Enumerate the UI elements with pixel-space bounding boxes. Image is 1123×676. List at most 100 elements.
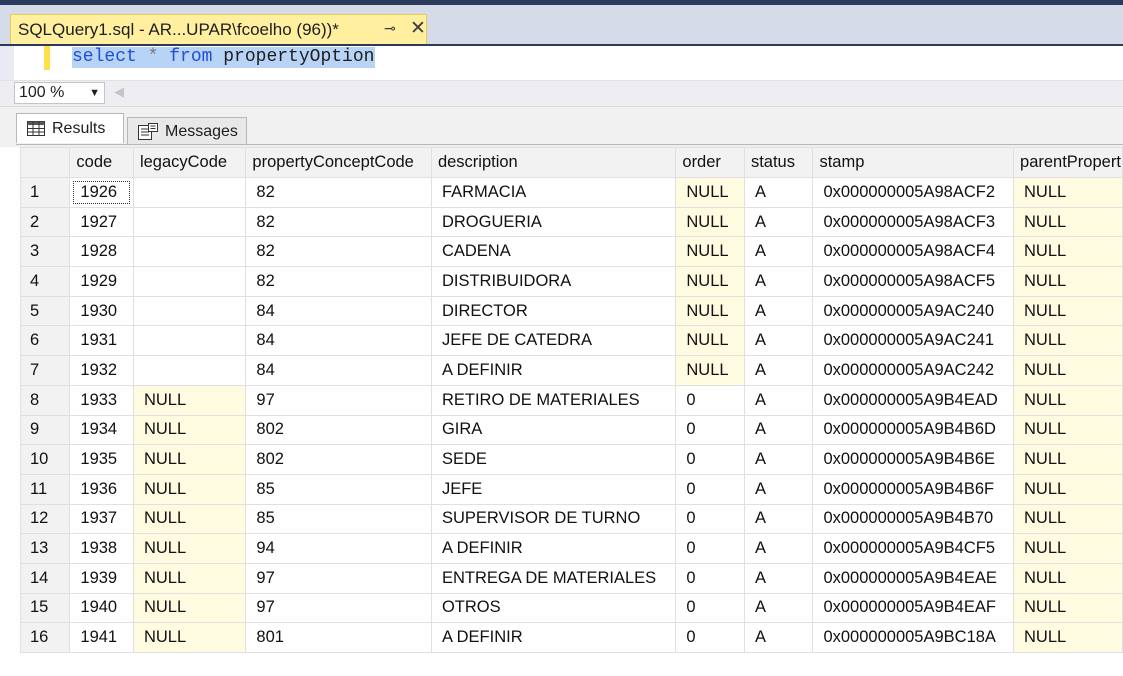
cell-stamp[interactable]: 0x000000005A9B4B6E	[812, 444, 1015, 475]
table-row[interactable]: 8 1933 NULL 97 RETIRO DE MATERIALES 0 A 0x00000…	[20, 384, 1123, 416]
tab-results[interactable]: Results	[16, 113, 124, 143]
cell-code[interactable]: 1939	[69, 562, 134, 594]
cell-code[interactable]: 1934	[69, 414, 134, 446]
cell-description[interactable]: DROGUERIA	[430, 206, 677, 238]
cell-status[interactable]: A	[743, 562, 814, 594]
cell-status[interactable]: A	[743, 206, 814, 238]
cell-parent-property[interactable]: NULL	[1013, 503, 1123, 535]
cell-stamp[interactable]: 0x000000005A98ACF3	[812, 206, 1015, 238]
cell-property-concept-code[interactable]: 82	[245, 266, 432, 297]
cell-status[interactable]: A	[743, 622, 814, 653]
row-number[interactable]: 3	[20, 236, 71, 268]
cell-code[interactable]: 1938	[69, 533, 134, 564]
cell-legacy-code[interactable]: NULL	[132, 592, 247, 624]
table-row[interactable]: 12 1937 NULL 85 SUPERVISOR DE TURNO 0 A 0x00000…	[20, 503, 1123, 535]
cell-code[interactable]: 1941	[69, 622, 134, 653]
cell-legacy-code[interactable]: NULL	[132, 533, 247, 564]
cell-description[interactable]: ENTREGA DE MATERIALES	[430, 562, 677, 594]
cell-property-concept-code[interactable]: 82	[245, 206, 432, 238]
row-number[interactable]: 11	[20, 473, 71, 505]
cell-property-concept-code[interactable]: 801	[245, 622, 432, 653]
cell-status[interactable]: A	[743, 355, 814, 386]
cell-parent-property[interactable]: NULL	[1013, 473, 1123, 505]
cell-description[interactable]: GIRA	[430, 414, 677, 446]
cell-order[interactable]: 0	[675, 444, 745, 475]
cell-parent-property[interactable]: NULL	[1013, 236, 1123, 268]
table-row[interactable]: 5 1930 84 DIRECTOR NULL A 0x000000005A9AC240 NU…	[20, 295, 1123, 327]
table-row[interactable]: 10 1935 NULL 802 SEDE 0 A 0x000000005A9B4B6E NUL…	[20, 444, 1123, 475]
cell-stamp[interactable]: 0x000000005A9B4CF5	[812, 533, 1015, 564]
cell-status[interactable]: A	[743, 503, 814, 535]
cell-order[interactable]: NULL	[675, 325, 745, 357]
cell-description[interactable]: CADENA	[430, 236, 677, 268]
cell-legacy-code[interactable]	[132, 206, 247, 238]
scroll-left-icon[interactable]: ◀	[114, 84, 124, 100]
cell-property-concept-code[interactable]: 84	[245, 295, 432, 327]
cell-description[interactable]: RETIRO DE MATERIALES	[430, 384, 677, 416]
cell-legacy-code[interactable]	[132, 355, 247, 386]
cell-code[interactable]: 1936	[69, 473, 134, 505]
cell-stamp[interactable]: 0x000000005A98ACF2	[812, 177, 1015, 208]
cell-order[interactable]: 0	[675, 622, 745, 653]
column-header[interactable]: legacyCode	[132, 147, 247, 178]
cell-parent-property[interactable]: NULL	[1013, 592, 1123, 624]
row-number[interactable]: 15	[20, 592, 71, 624]
cell-stamp[interactable]: 0x000000005A9AC240	[812, 295, 1015, 327]
table-row[interactable]: 11 1936 NULL 85 JEFE 0 A 0x000000005A9B4B6F NULL	[20, 473, 1123, 505]
cell-status[interactable]: A	[743, 444, 814, 475]
cell-order[interactable]: 0	[675, 533, 745, 564]
cell-legacy-code[interactable]	[132, 236, 247, 268]
cell-legacy-code[interactable]	[132, 266, 247, 297]
cell-order[interactable]: 0	[675, 592, 745, 624]
cell-description[interactable]: SUPERVISOR DE TURNO	[430, 503, 677, 535]
cell-parent-property[interactable]: NULL	[1013, 444, 1123, 475]
cell-status[interactable]: A	[743, 236, 814, 268]
cell-code[interactable]: 1933	[69, 384, 134, 416]
cell-code[interactable]: 1927	[69, 206, 134, 238]
cell-parent-property[interactable]: NULL	[1013, 355, 1123, 386]
cell-description[interactable]: A DEFINIR	[430, 355, 677, 386]
cell-parent-property[interactable]: NULL	[1013, 295, 1123, 327]
cell-description[interactable]: DIRECTOR	[430, 295, 677, 327]
cell-property-concept-code[interactable]: 94	[245, 533, 432, 564]
column-header[interactable]: parentPropert	[1013, 147, 1123, 178]
cell-property-concept-code[interactable]: 85	[245, 473, 432, 505]
column-header[interactable]: order	[675, 147, 745, 178]
cell-parent-property[interactable]: NULL	[1013, 414, 1123, 446]
cell-status[interactable]: A	[743, 473, 814, 505]
column-header[interactable]: propertyConceptCode	[245, 147, 432, 178]
cell-stamp[interactable]: 0x000000005A9B4B70	[812, 503, 1015, 535]
cell-code[interactable]: 1929	[69, 266, 134, 297]
cell-code[interactable]: 1935	[69, 444, 134, 475]
row-number[interactable]: 1	[20, 177, 71, 208]
cell-order[interactable]: 0	[675, 414, 745, 446]
cell-parent-property[interactable]: NULL	[1013, 622, 1123, 653]
close-icon[interactable]: ✕	[410, 17, 426, 40]
cell-description[interactable]: JEFE	[430, 473, 677, 505]
cell-code[interactable]: 1937	[69, 503, 134, 535]
table-row[interactable]: 13 1938 NULL 94 A DEFINIR 0 A 0x000000005A9B4CF…	[20, 533, 1123, 564]
cell-description[interactable]: JEFE DE CATEDRA	[430, 325, 677, 357]
cell-code[interactable]: 1926	[69, 177, 134, 208]
cell-order[interactable]: NULL	[675, 206, 745, 238]
cell-property-concept-code[interactable]: 802	[245, 414, 432, 446]
table-row[interactable]: 4 1929 82 DISTRIBUIDORA NULL A 0x000000005A98A…	[20, 266, 1123, 297]
cell-legacy-code[interactable]: NULL	[132, 622, 247, 653]
cell-description[interactable]: OTROS	[430, 592, 677, 624]
cell-parent-property[interactable]: NULL	[1013, 325, 1123, 357]
row-number[interactable]: 7	[20, 355, 71, 386]
cell-order[interactable]: 0	[675, 473, 745, 505]
cell-parent-property[interactable]: NULL	[1013, 384, 1123, 416]
cell-stamp[interactable]: 0x000000005A9B4EAD	[812, 384, 1015, 416]
cell-order[interactable]: 0	[675, 384, 745, 416]
cell-parent-property[interactable]: NULL	[1013, 533, 1123, 564]
cell-stamp[interactable]: 0x000000005A98ACF4	[812, 236, 1015, 268]
cell-legacy-code[interactable]	[132, 325, 247, 357]
cell-parent-property[interactable]: NULL	[1013, 206, 1123, 238]
cell-stamp[interactable]: 0x000000005A9B4B6F	[812, 473, 1015, 505]
row-number-header[interactable]	[20, 147, 71, 178]
tab-messages[interactable]: Messages	[127, 117, 247, 145]
cell-description[interactable]: A DEFINIR	[430, 533, 677, 564]
row-number[interactable]: 9	[20, 414, 71, 446]
cell-legacy-code[interactable]: NULL	[132, 503, 247, 535]
